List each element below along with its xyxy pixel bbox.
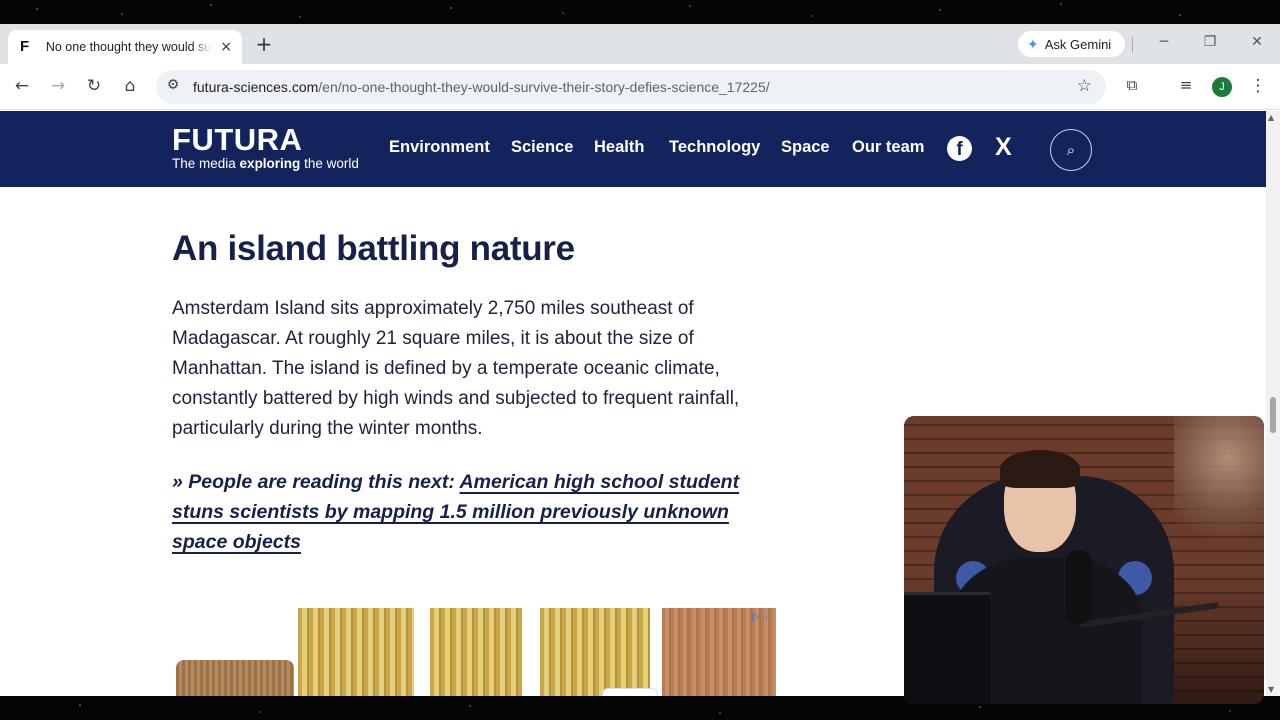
reload-icon[interactable]: ↻ xyxy=(84,76,104,96)
article-paragraph: Amsterdam Island sits approximately 2,75… xyxy=(172,298,740,439)
site-favicon-icon: F xyxy=(20,38,30,55)
ad-product-seagrass-roll[interactable] xyxy=(176,660,294,696)
ask-gemini-label: Ask Gemini xyxy=(1044,36,1112,52)
logo-tagline: The media exploring the world xyxy=(172,156,359,171)
adchoices-icon[interactable]: ▷⋮ xyxy=(752,610,771,623)
nav-space[interactable]: Space xyxy=(781,138,830,157)
active-tab[interactable]: F No one thought they would survive thei… xyxy=(8,30,242,64)
back-icon[interactable]: ← xyxy=(12,76,32,96)
nav-environment[interactable]: Environment xyxy=(389,138,490,157)
media-controls-icon[interactable]: ≡ xyxy=(1176,76,1196,94)
nav-science[interactable]: Science xyxy=(511,138,573,157)
logo-name: FUTURA xyxy=(172,122,303,157)
minimize-icon[interactable]: ─ xyxy=(1154,34,1174,50)
home-icon[interactable]: ⌂ xyxy=(120,76,140,96)
forward-icon[interactable]: → xyxy=(48,76,68,96)
scroll-to-top-button[interactable]: ⌃ xyxy=(602,688,658,696)
tabstrip-divider xyxy=(1132,37,1133,53)
scrollbar-thumb[interactable] xyxy=(1270,397,1276,433)
x-twitter-icon[interactable]: X xyxy=(995,133,1012,162)
section-heading: An island battling nature xyxy=(172,229,575,268)
scroll-up-arrow-icon[interactable]: ▲ xyxy=(1268,113,1274,122)
ad-product-bamboo-fence[interactable] xyxy=(430,608,522,696)
restore-icon[interactable]: ❐ xyxy=(1200,34,1220,50)
facebook-icon[interactable]: f xyxy=(947,136,972,161)
wall-lamp-glow xyxy=(1174,416,1264,556)
tab-close-icon[interactable]: × xyxy=(218,39,234,55)
nav-health[interactable]: Health xyxy=(594,138,644,157)
url-text: futura-sciences.com/en/no-one-thought-th… xyxy=(193,79,770,95)
menu-kebab-icon[interactable]: ⋮ xyxy=(1248,76,1268,96)
bookmark-star-icon[interactable]: ☆ xyxy=(1077,76,1092,96)
nav-our-team[interactable]: Our team xyxy=(852,138,924,157)
scroll-down-arrow-icon[interactable]: ▼ xyxy=(1268,685,1274,694)
advertisement-banner[interactable]: ▷⋮ xyxy=(172,606,778,696)
close-window-icon[interactable]: ✕ xyxy=(1247,34,1267,50)
tab-search-icon[interactable]: ⧉ xyxy=(1122,76,1142,94)
new-tab-icon[interactable]: + xyxy=(254,32,274,56)
browser-toolbar: ← → ↻ ⌂ ⚙ futura-sciences.com/en/no-one-… xyxy=(0,64,1280,110)
webcam-overlay xyxy=(904,416,1264,704)
site-logo[interactable]: FUTURA The media exploring the world xyxy=(172,122,359,172)
site-info-icon[interactable]: ⚙ xyxy=(164,77,182,93)
address-bar[interactable]: ⚙ futura-sciences.com/en/no-one-thought-… xyxy=(156,70,1106,104)
microphone xyxy=(1066,550,1092,624)
tab-title: No one thought they would survive their … xyxy=(45,40,212,54)
site-header: FUTURA The media exploring the world Env… xyxy=(0,111,1266,187)
read-next-callout: » People are reading this next: American… xyxy=(172,467,782,557)
page-scrollbar[interactable]: ▲ ▼ xyxy=(1266,111,1280,696)
tab-strip: F No one thought they would survive thei… xyxy=(0,24,1280,64)
gemini-sparkle-icon: ✦ xyxy=(1027,35,1039,52)
read-next-prefix: » People are reading this next: xyxy=(172,471,460,493)
person-hair xyxy=(1000,450,1080,488)
ad-product-bamboo-fence[interactable] xyxy=(298,608,414,696)
profile-avatar[interactable]: J xyxy=(1212,77,1232,97)
ad-product-bamboo-fence[interactable] xyxy=(540,608,650,696)
monitor-silhouette xyxy=(904,592,990,704)
ask-gemini-button[interactable]: ✦ Ask Gemini xyxy=(1018,31,1125,57)
nav-technology[interactable]: Technology xyxy=(669,138,760,157)
site-search-button[interactable]: ⌕ xyxy=(1050,129,1092,171)
article-body: An island battling nature Amsterdam Isla… xyxy=(172,226,782,557)
